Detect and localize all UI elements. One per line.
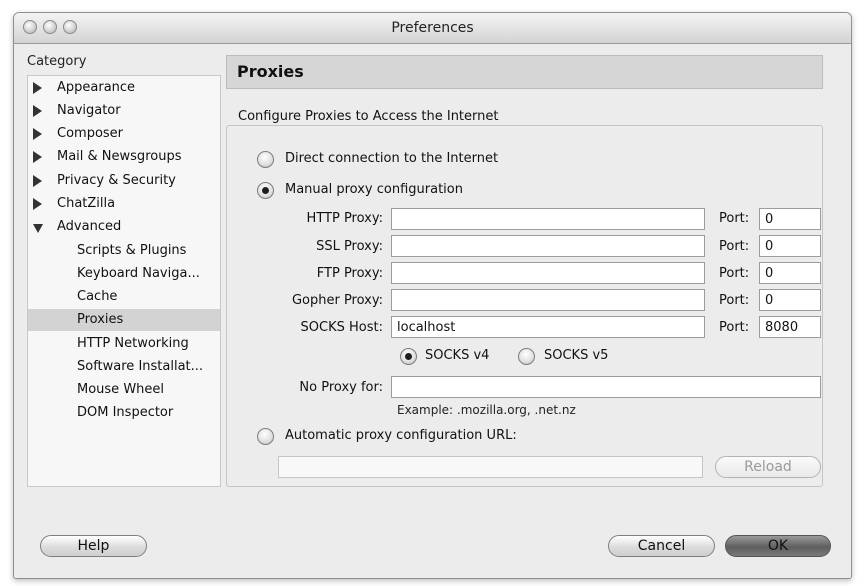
reload-button[interactable]: Reload <box>715 456 821 478</box>
socks-v5-label: SOCKS v5 <box>544 348 609 363</box>
ok-button[interactable]: OK <box>725 535 831 557</box>
radio-selected-dot <box>262 187 269 194</box>
tree-item-mail-newsgroups[interactable]: Mail & Newsgroups <box>28 146 220 168</box>
ssl-port-input[interactable] <box>759 235 821 257</box>
tree-item-label: Privacy & Security <box>57 173 176 188</box>
tree-item-composer[interactable]: Composer <box>28 123 220 145</box>
tree-item-software-installation[interactable]: Software Installat... <box>28 356 220 378</box>
tree-item-label: DOM Inspector <box>77 405 174 420</box>
socks-v4-radio[interactable] <box>400 348 417 365</box>
gopher-proxy-input[interactable] <box>391 289 705 311</box>
socks-port-input[interactable] <box>759 316 821 338</box>
auto-proxy-url-input[interactable] <box>278 456 703 478</box>
no-proxy-example: Example: .mozilla.org, .net.nz <box>397 403 576 417</box>
tree-item-dom-inspector[interactable]: DOM Inspector <box>28 402 220 424</box>
expand-arrow-icon[interactable] <box>33 128 42 140</box>
tree-item-cache[interactable]: Cache <box>28 286 220 308</box>
socks-v5-radio[interactable] <box>518 348 535 365</box>
expand-arrow-icon[interactable] <box>33 151 42 163</box>
tree-item-label: Keyboard Naviga... <box>77 266 200 281</box>
auto-proxy-radio[interactable] <box>257 428 274 445</box>
ftp-proxy-input[interactable] <box>391 262 705 284</box>
ftp-proxy-label: FTP Proxy: <box>316 266 383 281</box>
radio-selected-dot <box>405 353 412 360</box>
tree-item-label: Advanced <box>57 219 122 234</box>
panel-title: Proxies <box>237 62 304 81</box>
direct-connection-radio[interactable] <box>257 151 274 168</box>
direct-connection-label: Direct connection to the Internet <box>285 151 499 166</box>
window-title: Preferences <box>391 20 474 36</box>
no-proxy-label: No Proxy for: <box>299 380 383 395</box>
socks-v4-label: SOCKS v4 <box>425 348 490 363</box>
socks-port-label: Port: <box>719 320 750 335</box>
expand-arrow-icon[interactable] <box>33 82 42 94</box>
tree-item-label: HTTP Networking <box>77 336 189 351</box>
tree-item-label: Navigator <box>57 103 121 118</box>
ssl-proxy-input[interactable] <box>391 235 705 257</box>
expand-arrow-icon[interactable] <box>33 105 42 117</box>
tree-item-chatzilla[interactable]: ChatZilla <box>28 193 220 215</box>
socks-host-label: SOCKS Host: <box>300 320 383 335</box>
expand-arrow-icon[interactable] <box>33 175 42 187</box>
tree-item-label: Proxies <box>77 312 124 327</box>
http-proxy-input[interactable] <box>391 208 705 230</box>
panel-header: Proxies <box>226 55 823 89</box>
cancel-button[interactable]: Cancel <box>608 535 715 557</box>
socks-host-input[interactable] <box>391 316 705 338</box>
tree-item-appearance[interactable]: Appearance <box>28 77 220 99</box>
tree-item-label: ChatZilla <box>57 196 116 211</box>
tree-item-navigator[interactable]: Navigator <box>28 100 220 122</box>
tree-item-label: Mail & Newsgroups <box>57 149 182 164</box>
tree-item-label: Mouse Wheel <box>77 382 165 397</box>
tree-item-privacy-security[interactable]: Privacy & Security <box>28 170 220 192</box>
gopher-port-input[interactable] <box>759 289 821 311</box>
tree-item-label: Scripts & Plugins <box>77 243 187 258</box>
title-bar[interactable]: Preferences <box>14 13 851 44</box>
tree-item-mouse-wheel[interactable]: Mouse Wheel <box>28 379 220 401</box>
manual-proxy-radio[interactable] <box>257 182 274 199</box>
tree-item-label: Software Installat... <box>77 359 204 374</box>
http-port-input[interactable] <box>759 208 821 230</box>
gopher-port-label: Port: <box>719 293 750 308</box>
category-tree[interactable]: Appearance Navigator Composer Mail & New… <box>27 75 221 487</box>
tree-item-proxies[interactable]: Proxies <box>28 309 220 331</box>
category-heading: Category <box>27 54 87 69</box>
group-title: Configure Proxies to Access the Internet <box>238 109 499 124</box>
ssl-port-label: Port: <box>719 239 750 254</box>
manual-proxy-label: Manual proxy configuration <box>285 182 463 197</box>
expand-arrow-icon[interactable] <box>33 198 42 210</box>
tree-item-scripts-plugins[interactable]: Scripts & Plugins <box>28 240 220 262</box>
ftp-port-label: Port: <box>719 266 750 281</box>
ssl-proxy-label: SSL Proxy: <box>316 239 383 254</box>
ftp-port-input[interactable] <box>759 262 821 284</box>
gopher-proxy-label: Gopher Proxy: <box>291 293 383 308</box>
tree-item-advanced[interactable]: Advanced <box>28 216 220 238</box>
collapse-arrow-icon[interactable] <box>33 224 43 233</box>
tree-item-http-networking[interactable]: HTTP Networking <box>28 333 220 355</box>
tree-item-label: Appearance <box>57 80 136 95</box>
no-proxy-input[interactable] <box>391 376 821 398</box>
http-proxy-label: HTTP Proxy: <box>306 211 383 226</box>
http-port-label: Port: <box>719 211 750 226</box>
tree-item-keyboard-navigation[interactable]: Keyboard Naviga... <box>28 263 220 285</box>
auto-proxy-label: Automatic proxy configuration URL: <box>285 428 517 443</box>
tree-item-label: Cache <box>77 289 118 304</box>
tree-item-label: Composer <box>57 126 124 141</box>
help-button[interactable]: Help <box>40 535 147 557</box>
